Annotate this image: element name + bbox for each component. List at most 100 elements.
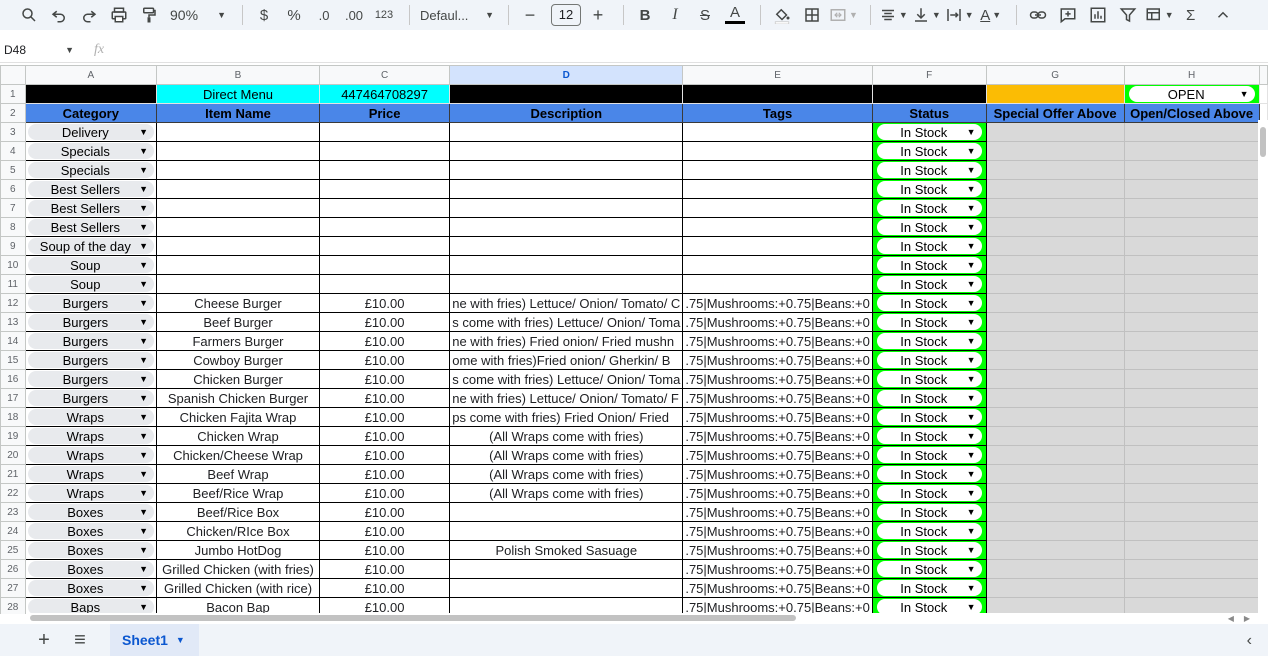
cell-price[interactable] — [318, 122, 451, 142]
cell-item-name[interactable] — [156, 160, 320, 180]
cell-item-name[interactable] — [156, 255, 320, 275]
cell-price[interactable]: £10.00 — [318, 426, 451, 446]
cell-tags[interactable] — [682, 198, 873, 218]
cell-open-closed[interactable] — [1123, 502, 1260, 522]
status-dropdown[interactable]: In Stock ▼ — [876, 504, 982, 520]
row-header[interactable]: 23 — [0, 502, 26, 522]
cell-description[interactable] — [449, 236, 684, 256]
status-dropdown[interactable]: In Stock ▼ — [876, 561, 982, 577]
font-family-select[interactable]: Defaul... ▼ — [418, 2, 496, 28]
cell-status[interactable]: In Stock ▼ — [871, 160, 987, 180]
cell-item-name[interactable]: Chicken Burger — [156, 369, 320, 389]
cell-status[interactable]: In Stock ▼ — [871, 179, 987, 199]
category-dropdown[interactable]: Boxes ▼ — [27, 542, 155, 558]
cell-tags[interactable] — [682, 141, 873, 161]
sheet-tab-sheet1[interactable]: Sheet1 ▼ — [110, 624, 199, 656]
cell-tags[interactable]: .75|Mushrooms:+0.75|Beans:+0 — [682, 388, 873, 408]
row-header[interactable]: 21 — [0, 464, 26, 484]
cell-description[interactable]: (All Wraps come with fries) — [449, 464, 684, 484]
cell-description[interactable] — [449, 502, 684, 522]
cell-status[interactable]: In Stock ▼ — [871, 350, 987, 370]
currency-format-button[interactable]: $ — [251, 2, 277, 28]
cell-a1[interactable] — [24, 84, 158, 104]
cell-category[interactable]: Burgers ▼ — [24, 331, 158, 351]
cell-category[interactable]: Boxes ▼ — [24, 578, 158, 598]
cell-category[interactable]: Boxes ▼ — [24, 502, 158, 522]
cell-status[interactable]: In Stock ▼ — [871, 122, 987, 142]
italic-button[interactable]: I — [662, 2, 688, 28]
category-dropdown[interactable]: Soup ▼ — [27, 276, 155, 292]
cell-price[interactable]: £10.00 — [318, 312, 451, 332]
cell-i1[interactable] — [1258, 84, 1268, 104]
cell-category[interactable]: Best Sellers ▼ — [24, 217, 158, 237]
text-color-button[interactable]: A — [722, 2, 748, 28]
cell-item-name[interactable]: Chicken Wrap — [156, 426, 320, 446]
status-dropdown[interactable]: In Stock ▼ — [876, 200, 982, 216]
category-dropdown[interactable]: Burgers ▼ — [27, 314, 155, 330]
cell-special-offer[interactable] — [985, 198, 1125, 218]
cell-category[interactable]: Wraps ▼ — [24, 407, 158, 427]
category-dropdown[interactable]: Delivery ▼ — [27, 124, 155, 140]
cell-b1[interactable]: Direct Menu — [156, 84, 320, 104]
font-size-input[interactable]: 12 — [551, 4, 581, 26]
header-status[interactable]: Status — [871, 103, 987, 123]
row-header[interactable]: 13 — [0, 312, 26, 332]
cell-item-name[interactable] — [156, 141, 320, 161]
row-header[interactable]: 7 — [0, 198, 26, 218]
header-category[interactable]: Category — [24, 103, 158, 123]
open-status-dropdown[interactable]: OPEN ▼ — [1128, 86, 1255, 102]
cell-status[interactable]: In Stock ▼ — [871, 388, 987, 408]
category-dropdown[interactable]: Best Sellers ▼ — [27, 200, 155, 216]
cell-price[interactable] — [318, 255, 451, 275]
column-header-h[interactable]: H — [1123, 65, 1260, 85]
row-header[interactable]: 1 — [0, 84, 26, 104]
status-dropdown[interactable]: In Stock ▼ — [876, 257, 982, 273]
cell-open-closed[interactable] — [1123, 578, 1260, 598]
row-header[interactable]: 17 — [0, 388, 26, 408]
cell-h1[interactable]: OPEN ▼ — [1123, 84, 1260, 104]
decrease-font-size-button[interactable]: − — [517, 2, 543, 28]
cell-price[interactable]: £10.00 — [318, 445, 451, 465]
cell-item-name[interactable]: Jumbo HotDog — [156, 540, 320, 560]
increase-decimal-button[interactable]: .00 — [341, 2, 367, 28]
select-all-corner[interactable] — [0, 65, 26, 85]
cell-category[interactable]: Wraps ▼ — [24, 483, 158, 503]
cell-special-offer[interactable] — [985, 521, 1125, 541]
row-header[interactable]: 19 — [0, 426, 26, 446]
cell-description[interactable] — [449, 217, 684, 237]
row-header[interactable]: 2 — [0, 103, 26, 123]
cell-category[interactable]: Wraps ▼ — [24, 426, 158, 446]
row-header[interactable]: 24 — [0, 521, 26, 541]
category-dropdown[interactable]: Soup ▼ — [27, 257, 155, 273]
cell-price[interactable]: £10.00 — [318, 350, 451, 370]
print-button[interactable] — [106, 2, 132, 28]
cell-c1[interactable]: 447464708297 — [318, 84, 451, 104]
vertical-align-button[interactable]: ▼ — [912, 2, 941, 28]
cell-open-closed[interactable] — [1123, 540, 1260, 560]
borders-button[interactable] — [799, 2, 825, 28]
cell-status[interactable]: In Stock ▼ — [871, 483, 987, 503]
row-header[interactable]: 9 — [0, 236, 26, 256]
cell-special-offer[interactable] — [985, 141, 1125, 161]
cell-price[interactable]: £10.00 — [318, 540, 451, 560]
cell-status[interactable]: In Stock ▼ — [871, 559, 987, 579]
cell-d1[interactable] — [449, 84, 684, 104]
column-header-b[interactable]: B — [156, 65, 320, 85]
cell-special-offer[interactable] — [985, 559, 1125, 579]
cell-status[interactable]: In Stock ▼ — [871, 274, 987, 294]
status-dropdown[interactable]: In Stock ▼ — [876, 219, 982, 235]
cell-open-closed[interactable] — [1123, 331, 1260, 351]
cell-status[interactable]: In Stock ▼ — [871, 198, 987, 218]
header-price[interactable]: Price — [318, 103, 451, 123]
cell-category[interactable]: Boxes ▼ — [24, 521, 158, 541]
cell-description[interactable] — [449, 255, 684, 275]
row-header[interactable]: 12 — [0, 293, 26, 313]
category-dropdown[interactable]: Best Sellers ▼ — [27, 181, 155, 197]
explore-toggle-button[interactable]: ‹ — [1247, 632, 1252, 650]
cell-price[interactable] — [318, 198, 451, 218]
cell-category[interactable]: Boxes ▼ — [24, 540, 158, 560]
cell-tags[interactable]: .75|Mushrooms:+0.75|Beans:+0 — [682, 369, 873, 389]
cell-status[interactable]: In Stock ▼ — [871, 141, 987, 161]
cell-special-offer[interactable] — [985, 578, 1125, 598]
cell-status[interactable]: In Stock ▼ — [871, 445, 987, 465]
